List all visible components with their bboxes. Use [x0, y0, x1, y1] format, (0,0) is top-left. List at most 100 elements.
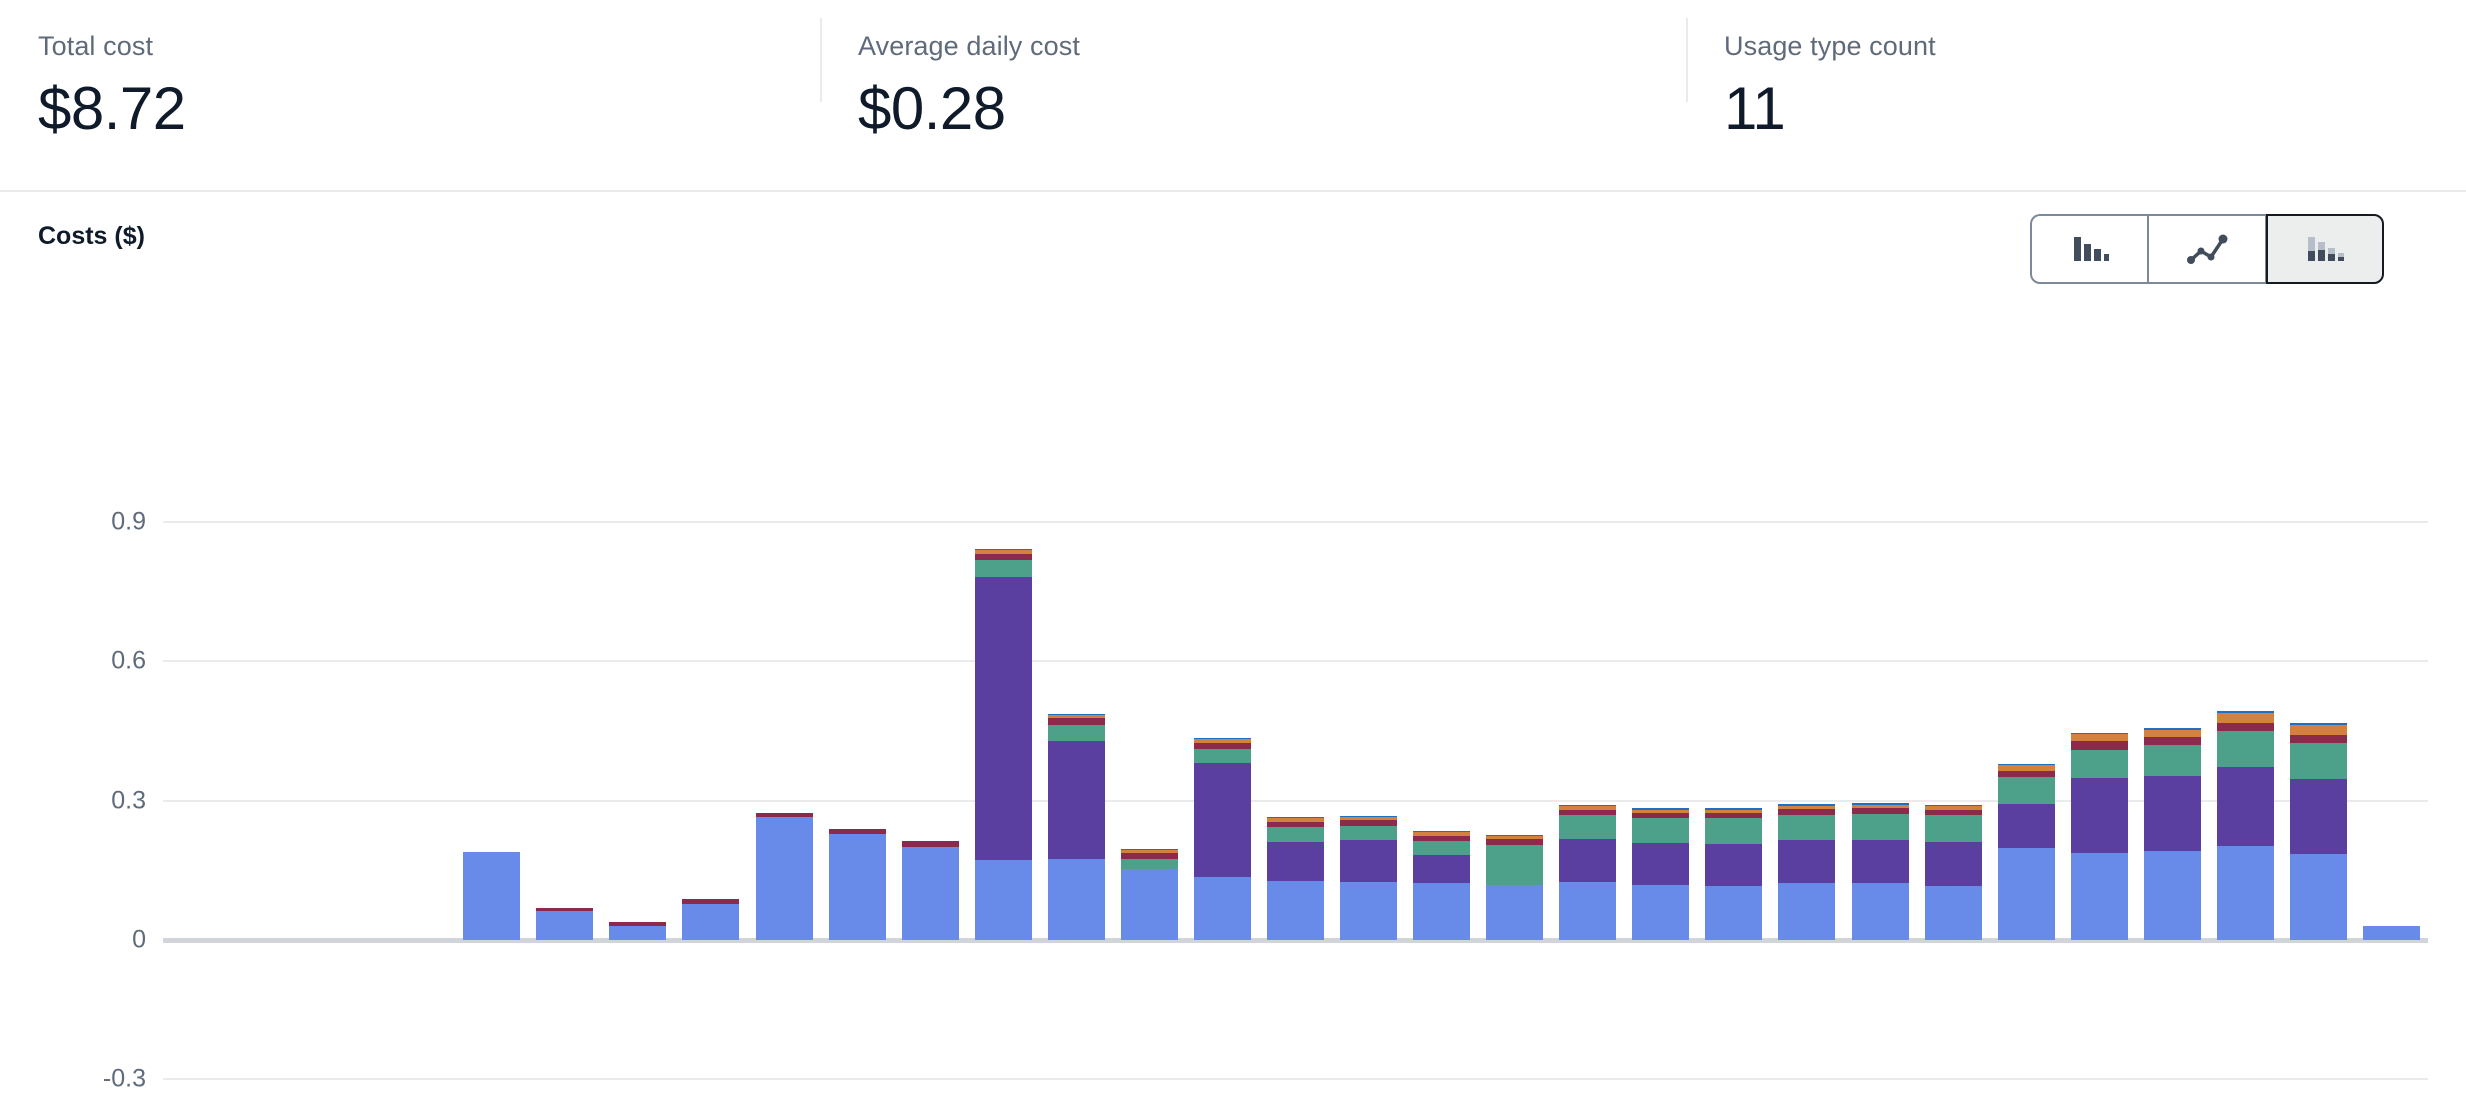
- bar-stack[interactable]: [1120, 849, 1178, 940]
- bar-segment[interactable]: [2289, 725, 2347, 735]
- bar-stack[interactable]: [1924, 804, 1982, 940]
- bar-segment[interactable]: [609, 926, 667, 940]
- bar-segment[interactable]: [1486, 844, 1544, 885]
- bar-segment[interactable]: [2070, 741, 2128, 750]
- bar-stack[interactable]: [2143, 728, 2201, 940]
- bar-stack[interactable]: [1632, 808, 1690, 940]
- bar-segment[interactable]: [1997, 804, 2055, 848]
- bar-stack[interactable]: [1705, 808, 1763, 940]
- bar-segment[interactable]: [2289, 779, 2347, 854]
- bar-stack[interactable]: [1193, 738, 1251, 940]
- bar-segment[interactable]: [1851, 883, 1909, 940]
- bar-segment[interactable]: [1193, 748, 1251, 763]
- bar-segment[interactable]: [1413, 841, 1471, 856]
- bar-segment[interactable]: [2216, 731, 2274, 767]
- bar-segment[interactable]: [1778, 883, 1836, 940]
- bar-segment[interactable]: [2289, 743, 2347, 780]
- bar-segment[interactable]: [2070, 852, 2128, 940]
- bar-stack[interactable]: [1997, 764, 2055, 940]
- bar-segment[interactable]: [463, 851, 521, 940]
- bar-stack[interactable]: [1486, 835, 1544, 940]
- bar-stack[interactable]: [609, 922, 667, 940]
- bar-segment[interactable]: [755, 816, 813, 940]
- bar-segment[interactable]: [1047, 741, 1105, 859]
- bar-segment[interactable]: [2143, 729, 2201, 738]
- bar-segment[interactable]: [1340, 881, 1398, 940]
- bar-segment[interactable]: [1851, 840, 1909, 884]
- bar-stack[interactable]: [1851, 803, 1909, 940]
- bar-stack[interactable]: [1267, 817, 1324, 940]
- bar-segment[interactable]: [2362, 926, 2420, 940]
- bar-segment[interactable]: [1047, 724, 1105, 742]
- bar-stack[interactable]: [974, 548, 1032, 940]
- bar-stack[interactable]: [2070, 732, 2128, 940]
- bar-segment[interactable]: [2289, 853, 2347, 940]
- bar-stack[interactable]: [2362, 926, 2420, 940]
- bar-segment[interactable]: [1047, 858, 1105, 940]
- stacked-bar-chart-icon-button[interactable]: [2266, 214, 2384, 284]
- bar-segment[interactable]: [1340, 825, 1398, 841]
- bar-segment[interactable]: [1924, 815, 1982, 843]
- bar-segment[interactable]: [2216, 845, 2274, 940]
- bar-segment[interactable]: [901, 847, 959, 940]
- bar-stack[interactable]: [1340, 816, 1398, 940]
- bar-segment[interactable]: [1267, 827, 1324, 842]
- bar-segment[interactable]: [1924, 842, 1982, 886]
- bar-segment[interactable]: [1632, 842, 1690, 885]
- bar-segment[interactable]: [1120, 869, 1178, 940]
- bar-segment[interactable]: [1924, 885, 1982, 940]
- bar-segment[interactable]: [1778, 814, 1836, 841]
- bar-segment[interactable]: [1340, 840, 1398, 882]
- bar-segment[interactable]: [1413, 855, 1471, 884]
- bar-segment[interactable]: [682, 903, 740, 940]
- bar-segment[interactable]: [1267, 881, 1324, 940]
- bar-segment[interactable]: [1120, 859, 1178, 870]
- bar-stack[interactable]: [463, 851, 521, 940]
- bar-stack[interactable]: [1047, 714, 1105, 940]
- bar-stack[interactable]: [2289, 723, 2347, 940]
- bar-segment[interactable]: [1851, 813, 1909, 841]
- bar-stack[interactable]: [755, 813, 813, 940]
- bar-segment[interactable]: [1705, 818, 1763, 844]
- bar-stack[interactable]: [901, 840, 959, 940]
- bar-stack[interactable]: [682, 899, 740, 940]
- bar-segment[interactable]: [1705, 885, 1763, 940]
- bar-segment[interactable]: [2070, 734, 2128, 742]
- bar-segment[interactable]: [974, 576, 1032, 861]
- bar-segment[interactable]: [2070, 749, 2128, 779]
- bar-segment[interactable]: [974, 860, 1032, 940]
- bar-segment[interactable]: [1997, 776, 2055, 805]
- bar-segment[interactable]: [2216, 712, 2274, 723]
- bar-stack[interactable]: [1413, 831, 1471, 940]
- bar-segment[interactable]: [1486, 884, 1544, 940]
- bar-segment[interactable]: [2143, 737, 2201, 746]
- bar-segment[interactable]: [1997, 847, 2055, 940]
- summary-card-label: Total cost: [38, 31, 154, 61]
- bar-stack[interactable]: [2216, 711, 2274, 940]
- bar-segment[interactable]: [1267, 841, 1324, 882]
- bar-segment[interactable]: [2143, 745, 2201, 776]
- bar-segment[interactable]: [1559, 881, 1617, 940]
- bar-segment[interactable]: [2216, 766, 2274, 846]
- bar-segment[interactable]: [1193, 762, 1251, 878]
- bar-segment[interactable]: [1705, 843, 1763, 886]
- bar-segment[interactable]: [2289, 734, 2347, 744]
- bar-segment[interactable]: [2143, 850, 2201, 940]
- bar-segment[interactable]: [2070, 778, 2128, 853]
- bar-segment[interactable]: [1632, 818, 1690, 843]
- bar-segment[interactable]: [2216, 722, 2274, 732]
- bar-segment[interactable]: [1632, 884, 1690, 940]
- bar-segment[interactable]: [1559, 838, 1617, 882]
- bar-stack[interactable]: [828, 829, 886, 940]
- bar-segment[interactable]: [974, 559, 1032, 577]
- bar-segment[interactable]: [1193, 877, 1251, 940]
- bar-segment[interactable]: [536, 910, 594, 940]
- bar-segment[interactable]: [828, 833, 886, 940]
- bar-segment[interactable]: [2143, 775, 2201, 851]
- bar-segment[interactable]: [1413, 883, 1471, 940]
- bar-stack[interactable]: [1559, 804, 1617, 940]
- bar-stack[interactable]: [536, 907, 594, 940]
- bar-stack[interactable]: [1778, 804, 1836, 940]
- bar-segment[interactable]: [1778, 840, 1836, 884]
- bar-segment[interactable]: [1559, 815, 1617, 839]
